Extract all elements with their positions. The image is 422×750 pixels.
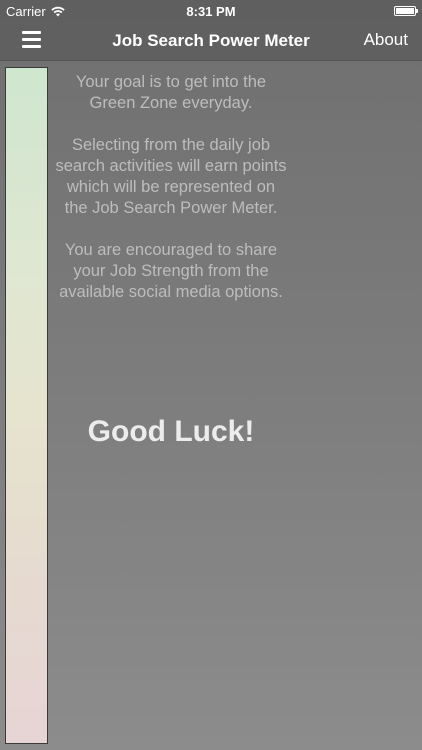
nav-bar: Job Search Power Meter About bbox=[0, 22, 422, 61]
instruction-share: You are encouraged to share your Job Str… bbox=[59, 241, 283, 301]
status-time: 8:31 PM bbox=[186, 4, 236, 19]
instruction-goal: Your goal is to get into the Green Zone … bbox=[75, 73, 267, 112]
power-meter-bar bbox=[5, 67, 48, 744]
battery-fill bbox=[396, 8, 414, 14]
battery-icon bbox=[394, 6, 418, 16]
status-bar: Carrier 8:31 PM bbox=[0, 0, 422, 22]
about-button[interactable]: About bbox=[364, 30, 408, 50]
instruction-activities: Selecting from the daily job search acti… bbox=[55, 136, 287, 217]
good-luck-heading: Good Luck! bbox=[87, 415, 255, 448]
instructions: Your goal is to get into the Green Zone … bbox=[55, 72, 287, 324]
nav-title: Job Search Power Meter bbox=[112, 31, 310, 50]
